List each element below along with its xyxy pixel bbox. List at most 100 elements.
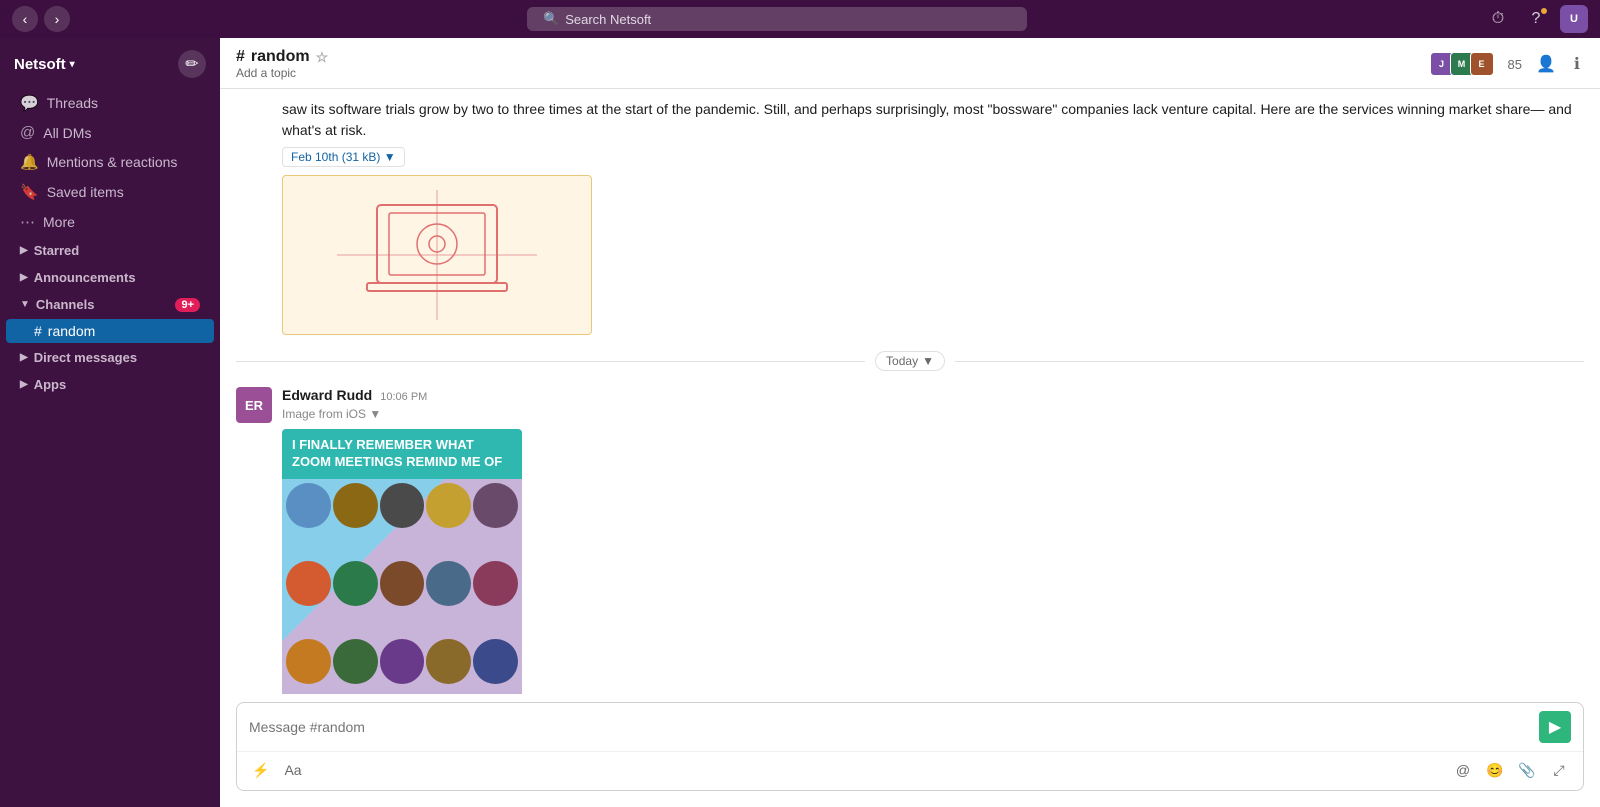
laptop-wireframe-svg [337,190,537,320]
sidebar-item-more[interactable]: ⋯ More [6,208,214,236]
muppet-9 [426,561,471,606]
message-input-field[interactable] [249,719,1539,735]
channel-star-icon[interactable]: ☆ [316,49,329,66]
help-button[interactable]: ? [1522,5,1550,33]
channels-badge: 9+ [175,298,200,312]
add-members-button[interactable]: 👤 [1532,50,1560,78]
message-input-bottom: ⚡ Aa @ 😊 📎 ⤢ [237,751,1583,790]
all-dms-icon: @ [20,124,35,141]
starred-section[interactable]: ▶ Starred [6,238,214,263]
attachment-button[interactable]: 📎 [1513,756,1541,784]
msg2-time: 10:06 PM [380,391,427,403]
msg2-author: Edward Rudd [282,387,372,403]
history-button[interactable]: ⏱ [1484,5,1512,33]
sidebar-item-saved-items[interactable]: 🔖 Saved items [6,178,214,206]
sidebar-item-mentions[interactable]: 🔔 Mentions & reactions [6,148,214,176]
dm-label: Direct messages [34,350,137,365]
workspace-name-text: Netsoft [14,56,66,73]
format-button[interactable]: Aa [279,756,307,784]
muppet-5 [473,483,518,528]
channels-section[interactable]: ▼ Channels 9+ [6,292,214,317]
muppet-7 [333,561,378,606]
member-avatar-3: E [1470,52,1494,76]
compose-button[interactable]: ✏ [178,50,206,78]
send-icon: ▶ [1549,717,1561,737]
direct-messages-section[interactable]: ▶ Direct messages [6,345,214,370]
threads-icon: 💬 [20,94,39,112]
message-input-area: ▶ ⚡ Aa @ 😊 📎 ⤢ [220,694,1600,807]
forward-button[interactable]: › [44,6,70,32]
right-input-tools: @ 😊 📎 ⤢ [1449,756,1573,784]
bookmark-button-1[interactable]: 🔖 [1522,95,1550,123]
channels-label: Channels [36,297,95,312]
msg1-laptop-image[interactable] [282,175,592,335]
channel-hash: # [236,48,245,66]
saved-items-icon: 🔖 [20,183,39,201]
more-actions-button-1[interactable]: ⋯ [1552,95,1580,123]
user-avatar[interactable]: U [1560,5,1588,33]
more-label: More [43,214,75,230]
msg2-gif-image[interactable]: I FINALLY REMEMBER WHAT ZOOM MEETINGS RE… [282,429,522,694]
msg1-text: saw its software trials grow by two to t… [282,99,1584,141]
message-group-2: ER Edward Rudd 10:06 PM Image from iOS ▼… [236,387,1584,694]
muppet-3 [380,483,425,528]
more-button-2[interactable]: ⋯ [1552,383,1580,411]
lightning-button[interactable]: ⚡ [247,756,275,784]
msg1-avatar-spacer [236,99,272,335]
msg1-file-tag[interactable]: Feb 10th (31 kB) ▼ [282,147,405,167]
message-input-box: ▶ ⚡ Aa @ 😊 📎 ⤢ [236,702,1584,791]
expand-button[interactable]: ⤢ [1545,756,1573,784]
date-badge[interactable]: Today ▼ [875,351,945,371]
channel-header-left: # random ☆ Add a topic [236,48,328,80]
msg2-content: Edward Rudd 10:06 PM Image from iOS ▼ I … [282,387,1584,694]
threads-label: Threads [47,95,98,111]
muppet-1 [286,483,331,528]
channels-arrow-icon: ▼ [20,299,30,310]
add-topic-button[interactable]: Add a topic [236,66,328,80]
emoji-picker-button[interactable]: 😊 [1481,756,1509,784]
search-bar[interactable]: 🔍 Search Netsoft [527,7,1027,31]
gif-placeholder: I FINALLY REMEMBER WHAT ZOOM MEETINGS RE… [282,429,522,694]
help-icon: ? [1532,10,1541,28]
add-reaction-button-1[interactable]: 😊 [1432,95,1460,123]
messages-area[interactable]: saw its software trials grow by two to t… [220,89,1600,694]
channel-details-button[interactable]: ℹ [1570,50,1584,78]
search-message-button-1[interactable]: 🔍 [1462,95,1490,123]
saved-items-label: Saved items [47,184,124,200]
save-button-2[interactable]: 🔖 [1522,383,1550,411]
more-icon: ⋯ [20,213,35,231]
sidebar-item-all-dms[interactable]: @ All DMs [6,119,214,146]
date-divider: Today ▼ [236,351,1584,371]
send-button[interactable]: ▶ [1539,711,1571,743]
channel-area: # random ☆ Add a topic J M E 85 👤 ℹ [220,38,1600,807]
announcements-section[interactable]: ▶ Announcements [6,265,214,290]
channel-header-right: J M E 85 👤 ℹ [1434,50,1584,78]
mentions-icon: 🔔 [20,153,39,171]
all-dms-label: All DMs [43,125,91,141]
topbar-right-icons: ⏱ ? U [1484,5,1588,33]
emoji-reaction-button-2[interactable]: 😊 [1432,383,1460,411]
share-button-2[interactable]: ↗ [1492,383,1520,411]
at-mention-button[interactable]: @ [1449,756,1477,784]
date-label: Today [886,354,918,368]
nav-arrows: ‹ › [12,6,70,32]
apps-label: Apps [34,377,67,392]
workspace-dropdown-icon: ▾ [70,59,75,70]
sidebar-item-threads[interactable]: 💬 Threads [6,89,214,117]
workspace-name[interactable]: Netsoft ▾ [14,56,75,73]
apps-section[interactable]: ▶ Apps [6,372,214,397]
channel-item-random[interactable]: # random [6,319,214,343]
muppet-11 [286,639,331,684]
announcements-label: Announcements [34,270,136,285]
muppet-10 [473,561,518,606]
back-button[interactable]: ‹ [12,6,38,32]
msg2-avatar: ER [236,387,272,423]
search-button-2[interactable]: 🔍 [1462,383,1490,411]
share-button-1[interactable]: ↗ [1492,95,1520,123]
starred-label: Starred [34,243,80,258]
date-arrow-icon: ▼ [922,354,934,368]
member-avatars[interactable]: J M E [1434,52,1494,76]
channel-header: # random ☆ Add a topic J M E 85 👤 ℹ [220,38,1600,89]
muppet-13 [380,639,425,684]
main-layout: Netsoft ▾ ✏ 💬 Threads @ All DMs 🔔 Mentio… [0,38,1600,807]
